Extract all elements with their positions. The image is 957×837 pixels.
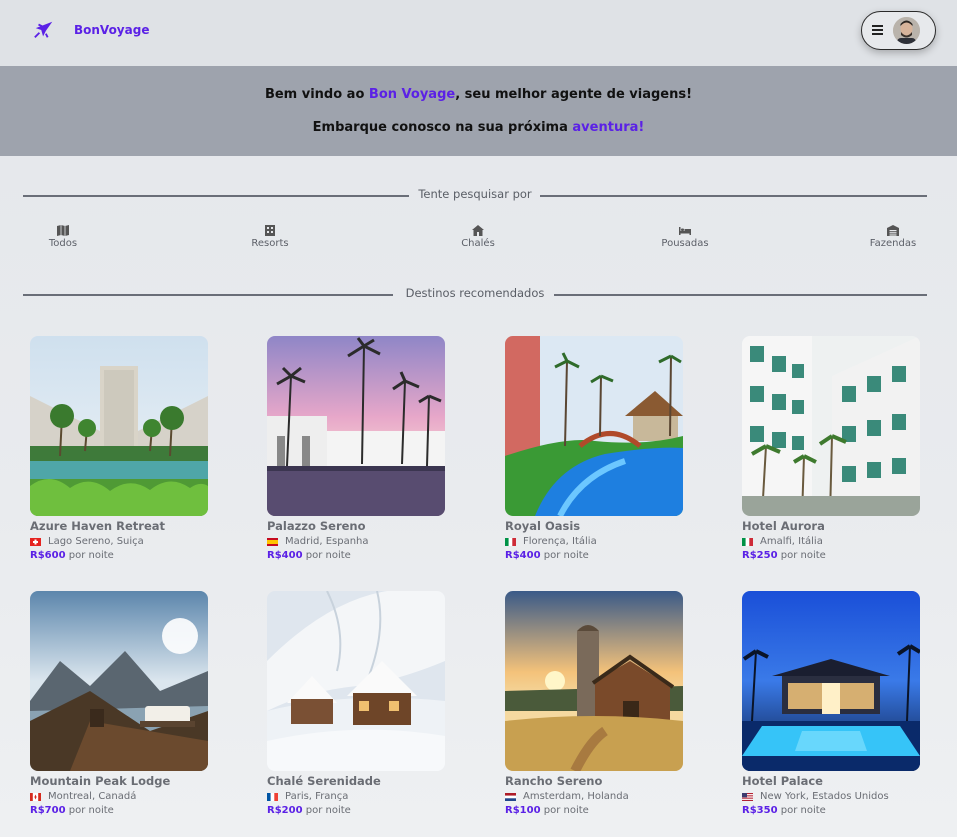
destination-card-mountain-peak[interactable]: Mountain Peak Lodge Montreal, Canadá R$7… [30, 591, 208, 816]
destination-card-hotel-aurora[interactable]: Hotel Aurora Amalfi, Itália R$250 por no… [742, 336, 920, 561]
destination-price: R$200 por noite [267, 805, 351, 816]
destination-name[interactable]: Palazzo Sereno [267, 519, 445, 533]
italy-flag-icon [742, 537, 753, 546]
brand-highlight: Bon Voyage [368, 87, 456, 102]
destination-photo[interactable] [742, 336, 920, 516]
destination-name[interactable]: Royal Oasis [505, 519, 683, 533]
destination-location: Montreal, Canadá [30, 791, 208, 802]
destination-card-royal-oasis[interactable]: Royal Oasis Florença, Itália R$400 por n… [505, 336, 683, 561]
search-section-label: Tente pesquisar por [418, 187, 532, 201]
category-fazendas[interactable]: Fazendas [858, 225, 928, 249]
destination-price: R$350 por noite [742, 805, 826, 816]
destination-card-azure-haven[interactable]: Azure Haven Retreat Lago Sereno, Suiça R… [30, 336, 208, 561]
destination-photo[interactable] [505, 591, 683, 771]
canada-flag-icon [30, 792, 41, 801]
user-menu-button[interactable] [861, 11, 936, 50]
destination-photo[interactable] [267, 336, 445, 516]
switzerland-flag-icon [30, 537, 41, 546]
adventure-highlight: aventura! [572, 120, 645, 135]
destination-name[interactable]: Rancho Sereno [505, 774, 683, 788]
destination-name[interactable]: Chalé Serenidade [267, 774, 445, 788]
top-navbar: BonVoyage [0, 0, 957, 66]
destination-price: R$100 por noite [505, 805, 589, 816]
destination-price: R$400 por noite [267, 550, 351, 561]
destination-location: Florença, Itália [505, 536, 683, 547]
france-flag-icon [267, 792, 278, 801]
destination-card-palazzo-sereno[interactable]: Palazzo Sereno Madrid, Espanha R$400 por… [267, 336, 445, 561]
avatar [893, 17, 920, 44]
recommended-section-label: Destinos recomendados [405, 286, 545, 300]
destination-photo[interactable] [267, 591, 445, 771]
category-todos[interactable]: Todos [28, 225, 98, 249]
destination-name[interactable]: Hotel Aurora [742, 519, 920, 533]
netherlands-flag-icon [505, 792, 516, 801]
welcome-line: Bem vindo ao Bon Voyage, seu melhor agen… [264, 87, 693, 102]
category-resorts[interactable]: Resorts [235, 225, 305, 249]
destination-price: R$400 por noite [505, 550, 589, 561]
destination-location: Lago Sereno, Suiça [30, 536, 208, 547]
recommended-section-divider: Destinos recomendados [23, 286, 927, 302]
destination-location: Amalfi, Itália [742, 536, 920, 547]
warehouse-icon [887, 225, 899, 236]
destination-location: New York, Estados Unidos [742, 791, 920, 802]
destination-price: R$600 por noite [30, 550, 114, 561]
destination-card-hotel-palace[interactable]: Hotel Palace New York, Estados Unidos R$… [742, 591, 920, 816]
category-pousadas[interactable]: Pousadas [650, 225, 720, 249]
destination-photo[interactable] [742, 591, 920, 771]
destination-photo[interactable] [30, 591, 208, 771]
category-chales[interactable]: Chalés [443, 225, 513, 249]
spain-flag-icon [267, 537, 278, 546]
brand-name[interactable]: BonVoyage [74, 23, 149, 37]
italy-flag-icon [505, 537, 516, 546]
destination-price: R$250 por noite [742, 550, 826, 561]
destination-name[interactable]: Mountain Peak Lodge [30, 774, 208, 788]
hamburger-icon [872, 25, 883, 35]
house-icon [472, 225, 484, 236]
building-icon [265, 225, 275, 236]
tagline: Embarque conosco na sua próxima aventura… [312, 120, 645, 135]
destination-card-rancho-sereno[interactable]: Rancho Sereno Amsterdam, Holanda R$100 p… [505, 591, 683, 816]
airplane-icon[interactable] [33, 19, 55, 41]
destination-name[interactable]: Azure Haven Retreat [30, 519, 208, 533]
destination-card-chale-serenidade[interactable]: Chalé Serenidade Paris, França R$200 por… [267, 591, 445, 816]
destination-price: R$700 por noite [30, 805, 114, 816]
search-section-divider: Tente pesquisar por [23, 187, 927, 203]
destination-photo[interactable] [30, 336, 208, 516]
destination-photo[interactable] [505, 336, 683, 516]
bed-icon [679, 227, 691, 235]
usa-flag-icon [742, 792, 753, 801]
destination-location: Amsterdam, Holanda [505, 791, 683, 802]
destination-name[interactable]: Hotel Palace [742, 774, 920, 788]
map-icon [57, 225, 69, 236]
destination-location: Paris, França [267, 791, 445, 802]
welcome-banner: Bem vindo ao Bon Voyage, seu melhor agen… [0, 66, 957, 156]
destination-location: Madrid, Espanha [267, 536, 445, 547]
